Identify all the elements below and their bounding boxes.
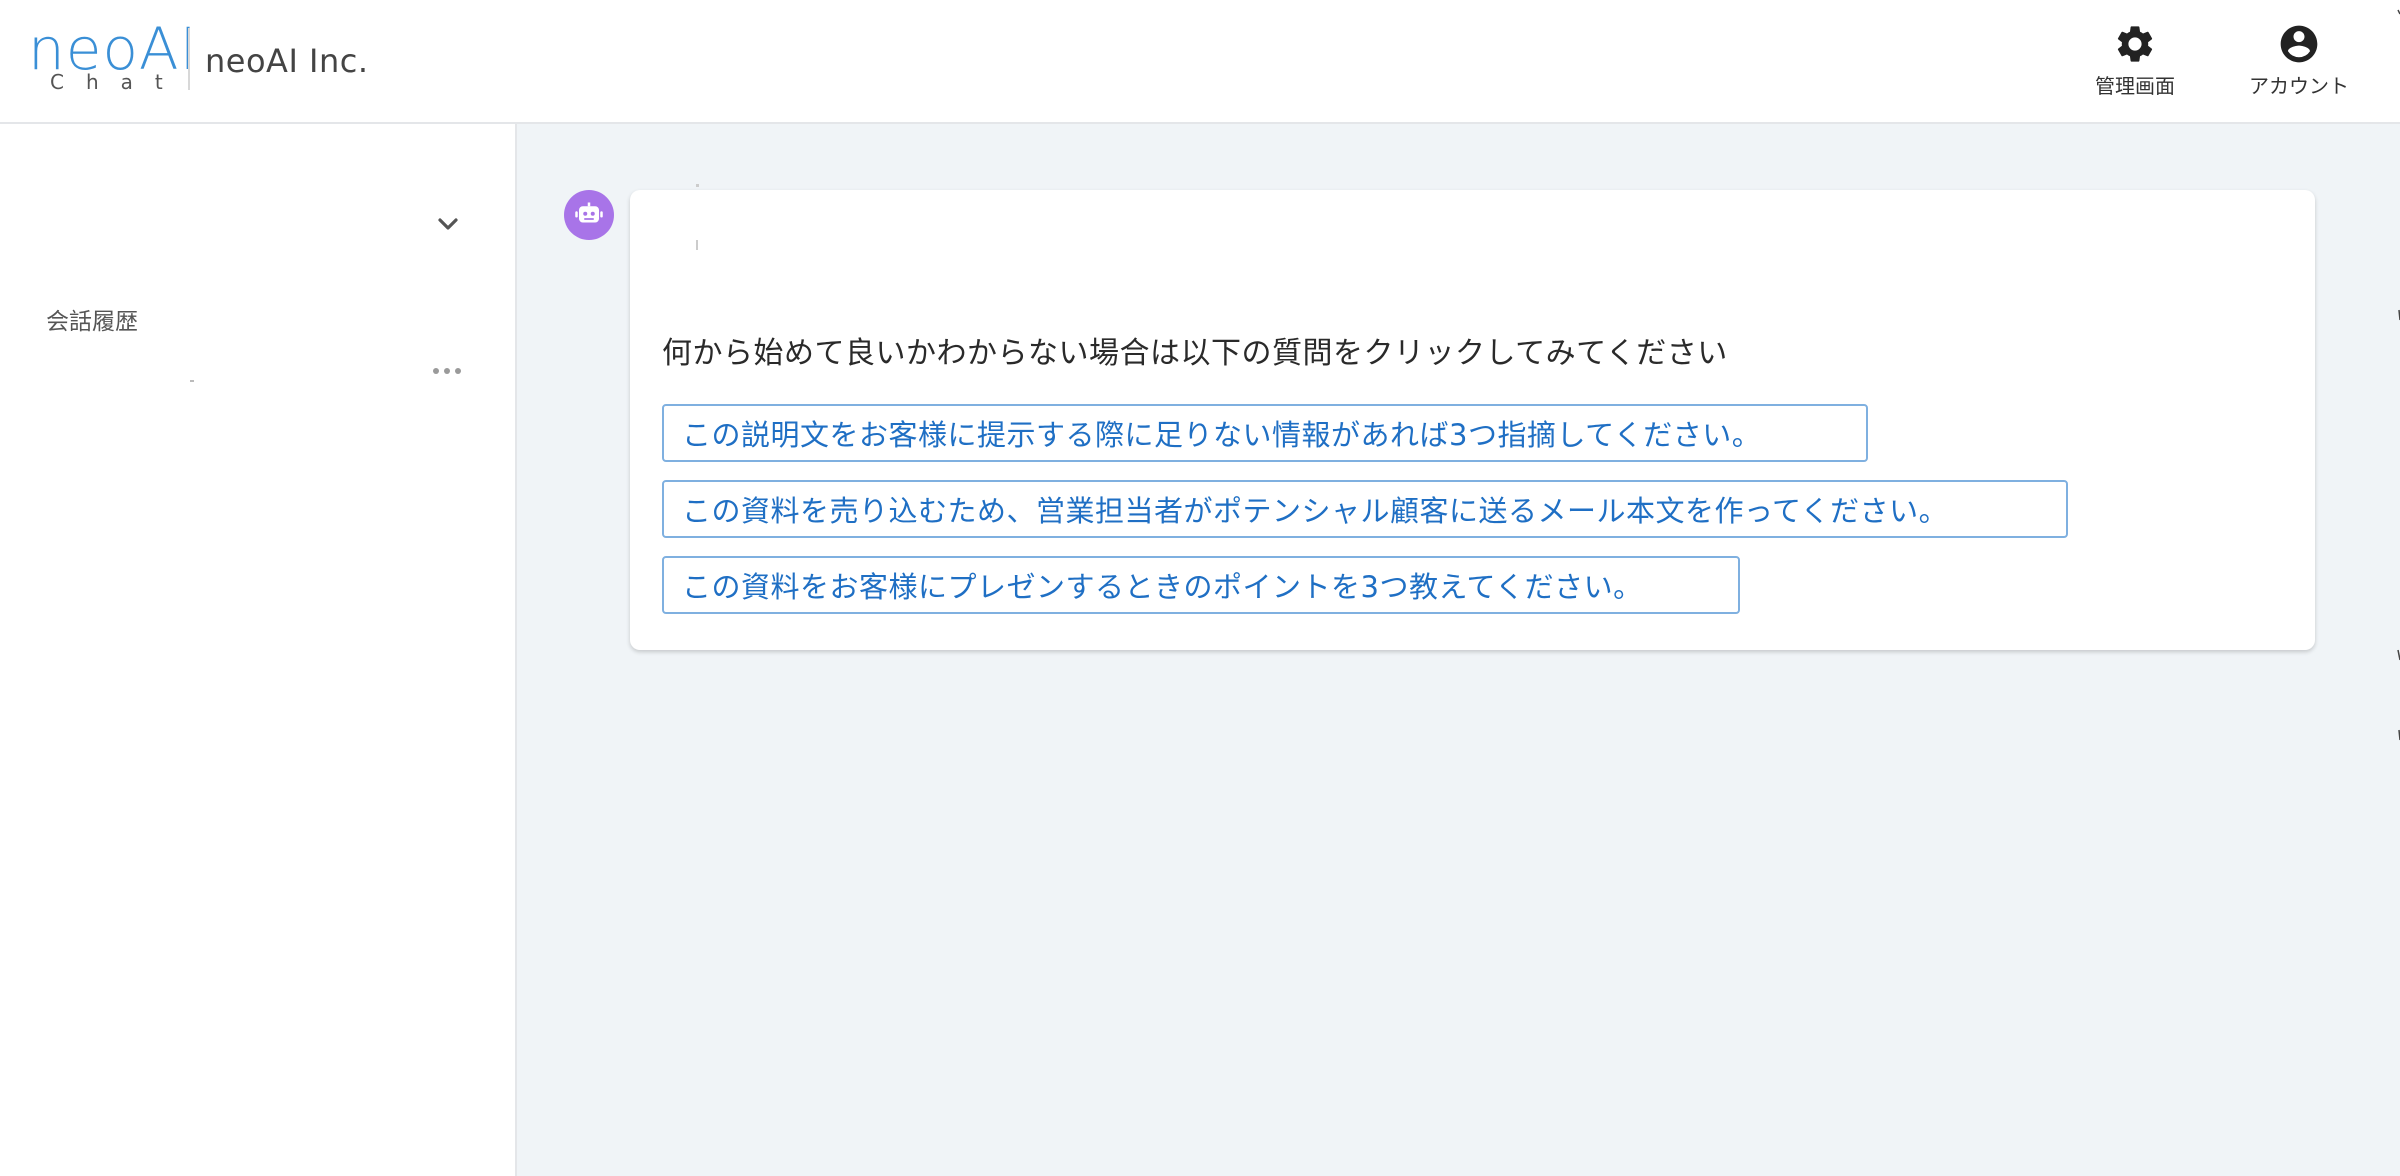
history-item[interactable]	[30, 354, 470, 404]
window-edge-marks	[2397, 9, 2400, 741]
suggestion-button-sales-email[interactable]: この資料を売り込むため、営業担当者がポテンシャル顧客に送るメール本文を作ってくだ…	[662, 480, 2068, 538]
app-header: neoAI Chat neoAI Inc. 管理画面 アカウント	[0, 0, 2400, 124]
neoai-chat-logo[interactable]: neoAI Chat	[28, 20, 197, 96]
document-selector[interactable]	[44, 194, 464, 254]
more-horizontal-icon[interactable]	[430, 364, 464, 378]
account-label: アカウント	[2249, 74, 2349, 98]
faint-mark	[696, 240, 698, 250]
robot-icon	[575, 202, 603, 223]
company-name: neoAI Inc.	[205, 42, 369, 80]
account-button[interactable]: アカウント	[2244, 22, 2354, 99]
account-circle-icon	[2280, 25, 2318, 63]
history-item-label	[190, 380, 194, 382]
admin-console-button[interactable]: 管理画面	[2090, 22, 2180, 99]
sidebar: 会話履歴	[0, 124, 517, 1176]
gear-icon	[2117, 26, 2153, 62]
bot-avatar	[564, 190, 614, 240]
admin-console-label: 管理画面	[2095, 74, 2175, 98]
suggestion-button-missing-info[interactable]: この説明文をお客様に提示する際に足りない情報があれば3つ指摘してください。	[662, 404, 1868, 462]
logo-subtitle: Chat	[50, 70, 185, 94]
suggestion-prompt: 何から始めて良いかわからない場合は以下の質問をクリックしてみてください	[662, 336, 1728, 371]
chat-area: 何から始めて良いかわからない場合は以下の質問をクリックしてみてください この説明…	[517, 124, 2400, 1176]
conversation-history-title: 会話履歴	[46, 309, 138, 335]
logo-divider	[188, 28, 190, 90]
bot-message-card: 何から始めて良いかわからない場合は以下の質問をクリックしてみてください この説明…	[630, 184, 2315, 650]
chevron-down-icon	[438, 218, 458, 230]
suggestion-button-presentation-points[interactable]: この資料をお客様にプレゼンするときのポイントを3つ教えてください。	[662, 556, 1740, 614]
faint-mark	[696, 184, 699, 187]
